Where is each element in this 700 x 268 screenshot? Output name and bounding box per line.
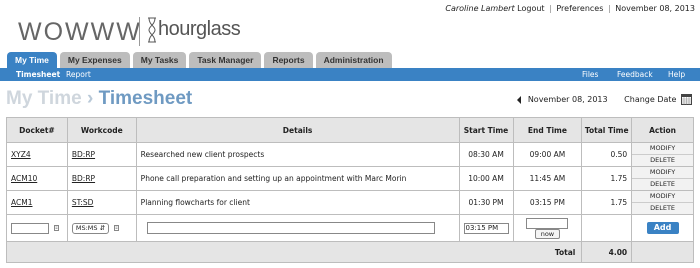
docket-link[interactable]: XYZ4 <box>6 142 68 167</box>
start-time-input[interactable]: 03:15 PM <box>463 222 509 234</box>
table-row: ACM1 ST:SD Planning flowcharts for clien… <box>6 190 694 215</box>
user-bar-separator: | <box>549 4 552 13</box>
action-cell: MODIFY DELETE <box>631 142 694 167</box>
delete-button[interactable]: DELETE <box>632 203 693 214</box>
sub-navigation: Timesheet Report Files Feedback Help <box>0 68 700 81</box>
delete-button[interactable]: DELETE <box>632 179 693 190</box>
selected-date: November 08, 2013 <box>527 95 608 104</box>
total-time-cell: 1.75 <box>581 166 633 191</box>
app-header: WOWWW hourglass Caroline Lambert Logout … <box>0 0 700 52</box>
col-docket: Docket# <box>6 117 68 143</box>
workcode-select[interactable]: MS:MS ⇵ <box>71 222 110 234</box>
current-date: November 08, 2013 <box>615 4 695 13</box>
new-workcode-cell: MS:MS ⇵ <box>66 214 137 242</box>
col-workcode: Workcode <box>66 117 137 143</box>
main-tabs: My Time My Expenses My Tasks Task Manage… <box>7 52 395 68</box>
docket-link[interactable]: ACM10 <box>6 166 68 191</box>
product-name: hourglass <box>158 18 241 40</box>
end-time-cell: 09:00 AM <box>512 142 583 167</box>
change-date-link[interactable]: Change Date <box>624 95 676 104</box>
docket-lookup-icon[interactable] <box>54 224 60 232</box>
page-title: My Time › Timesheet <box>6 88 192 110</box>
new-action-cell: Add <box>631 214 694 242</box>
details-textarea[interactable] <box>146 222 435 234</box>
col-end-time: End Time <box>512 117 583 143</box>
subnav-feedback[interactable]: Feedback <box>617 68 653 81</box>
tab-my-time[interactable]: My Time <box>7 52 57 68</box>
title-page: Timesheet <box>98 88 193 109</box>
modify-button[interactable]: MODIFY <box>632 191 693 203</box>
action-cell: MODIFY DELETE <box>631 166 694 191</box>
table-row: XYZ4 BD:RP Researched new client prospec… <box>6 142 694 167</box>
timesheet-table: Docket# Workcode Details Start Time End … <box>5 117 694 263</box>
subnav-files[interactable]: Files <box>582 68 598 81</box>
new-start-cell: 03:15 PM <box>458 214 514 242</box>
add-button[interactable]: Add <box>646 222 679 234</box>
date-navigator: November 08, 2013 Change Date <box>517 94 692 105</box>
select-arrows-icon: ⇵ <box>99 223 106 232</box>
subnav-timesheet[interactable]: Timesheet <box>16 68 60 81</box>
end-time-cell: 11:45 AM <box>512 166 583 191</box>
col-start-time: Start Time <box>458 117 514 143</box>
title-section: My Time <box>6 88 82 109</box>
col-details: Details <box>135 117 460 143</box>
logout-link[interactable]: Logout <box>517 4 544 13</box>
title-separator: › <box>86 88 94 109</box>
new-details-cell <box>135 214 460 242</box>
tab-task-manager[interactable]: Task Manager <box>189 52 262 68</box>
workcode-link[interactable]: BD:RP <box>66 142 137 167</box>
workcode-link[interactable]: BD:RP <box>66 166 137 191</box>
tab-my-tasks[interactable]: My Tasks <box>132 52 187 68</box>
previous-day-icon[interactable] <box>517 95 522 104</box>
action-cell: MODIFY DELETE <box>631 190 694 215</box>
total-label: Total <box>5 241 583 263</box>
now-button[interactable]: now <box>534 228 561 239</box>
details-cell: Researched new client prospects <box>135 142 460 167</box>
user-bar: Caroline Lambert Logout | Preferences | … <box>445 4 695 13</box>
total-action-cell <box>631 241 694 263</box>
calendar-icon[interactable] <box>681 94 692 105</box>
details-cell: Planning flowcharts for client <box>135 190 460 215</box>
workcode-lookup-icon[interactable] <box>114 224 120 232</box>
modify-button[interactable]: MODIFY <box>632 167 693 179</box>
total-time-cell: 1.75 <box>581 190 633 215</box>
new-docket-cell <box>6 214 68 242</box>
tab-my-expenses[interactable]: My Expenses <box>59 52 130 68</box>
docket-input[interactable] <box>11 222 49 234</box>
subnav-report[interactable]: Report <box>66 68 91 81</box>
docket-link[interactable]: ACM1 <box>6 190 68 215</box>
user-name: Caroline Lambert <box>445 4 515 13</box>
start-time-cell: 01:30 PM <box>458 190 514 215</box>
new-total-cell <box>581 214 633 242</box>
table-row: ACM10 BD:RP Phone call preparation and s… <box>6 166 694 191</box>
details-cell: Phone call preparation and setting up an… <box>135 166 460 191</box>
start-time-cell: 08:30 AM <box>458 142 514 167</box>
subnav-help[interactable]: Help <box>668 68 685 81</box>
col-action: Action <box>631 117 694 143</box>
workcode-link[interactable]: ST:SD <box>66 190 137 215</box>
tab-administration[interactable]: Administration <box>315 52 392 68</box>
user-bar-separator: | <box>607 4 611 13</box>
col-total-time: Total Time <box>581 117 633 143</box>
delete-button[interactable]: DELETE <box>632 155 693 166</box>
brand-logo: WOWWW <box>18 18 142 46</box>
brand-divider <box>139 17 140 46</box>
new-end-cell: now <box>512 214 583 242</box>
table-header-row: Docket# Workcode Details Start Time End … <box>6 117 694 143</box>
end-time-cell: 03:15 PM <box>512 190 583 215</box>
hourglass-icon <box>148 17 156 43</box>
preferences-link[interactable]: Preferences <box>556 4 603 13</box>
total-row: Total 4.00 <box>5 241 694 263</box>
modify-button[interactable]: MODIFY <box>632 143 693 155</box>
new-entry-row: MS:MS ⇵ 03:15 PM now Add <box>6 214 694 242</box>
tab-reports[interactable]: Reports <box>264 52 313 68</box>
total-value: 4.00 <box>581 241 633 263</box>
workcode-selected-value: MS:MS <box>75 223 98 232</box>
end-time-input[interactable] <box>526 217 569 229</box>
total-time-cell: 0.50 <box>581 142 633 167</box>
start-time-cell: 10:00 AM <box>458 166 514 191</box>
